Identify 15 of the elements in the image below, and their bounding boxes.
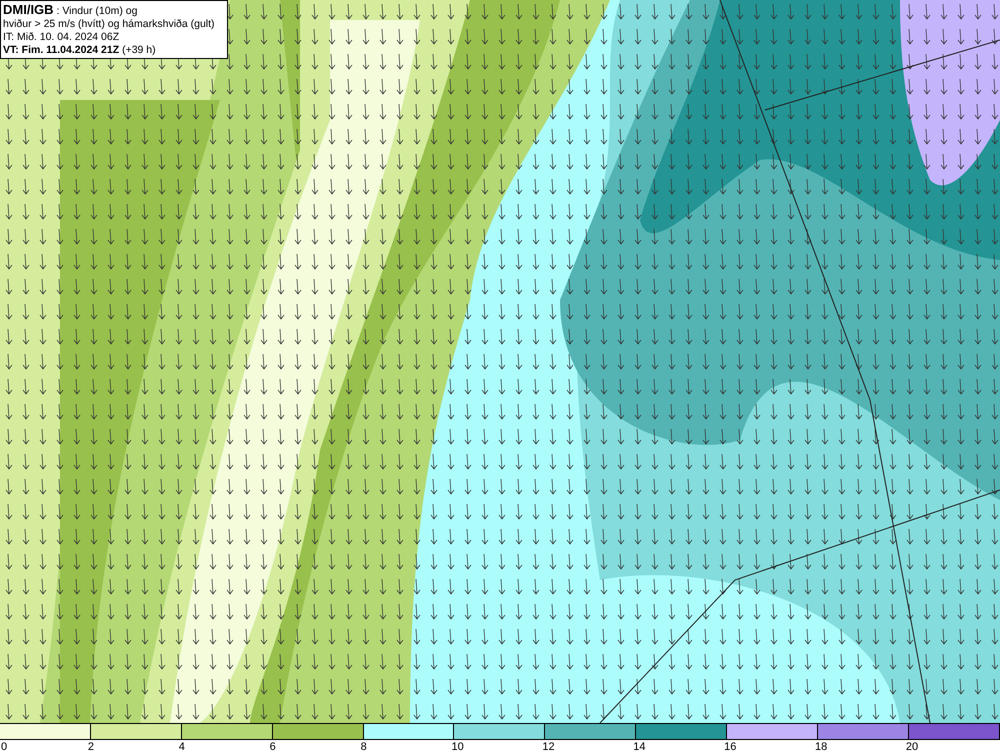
legend-tick-label: 8 (360, 740, 367, 753)
legend-tick-label: 10 (451, 740, 464, 753)
title-line: DMI/IGB : Vindur (10m) og (3, 3, 138, 18)
title-line: VT: Fim. 11.04.2024 21Z (+39 h) (3, 44, 157, 57)
legend-tick-label: 16 (724, 740, 736, 753)
legend-tick-label: 20 (906, 740, 918, 753)
title-line: IT: Mið. 10. 04. 2024 06Z (3, 31, 120, 44)
title-line: hviður > 25 m/s (hvítt) og hámarkshviða (gult) (3, 18, 216, 31)
legend-tick-label: 6 (270, 740, 276, 753)
legend-tick-label: 18 (815, 740, 828, 753)
legend-tick-label: 12 (542, 740, 555, 753)
legend-tick-label: 0 (1, 740, 8, 753)
legend-tick-label: 2 (88, 740, 94, 753)
legend-tick-label: 14 (633, 740, 646, 753)
legend-tick-label: 4 (178, 740, 185, 753)
